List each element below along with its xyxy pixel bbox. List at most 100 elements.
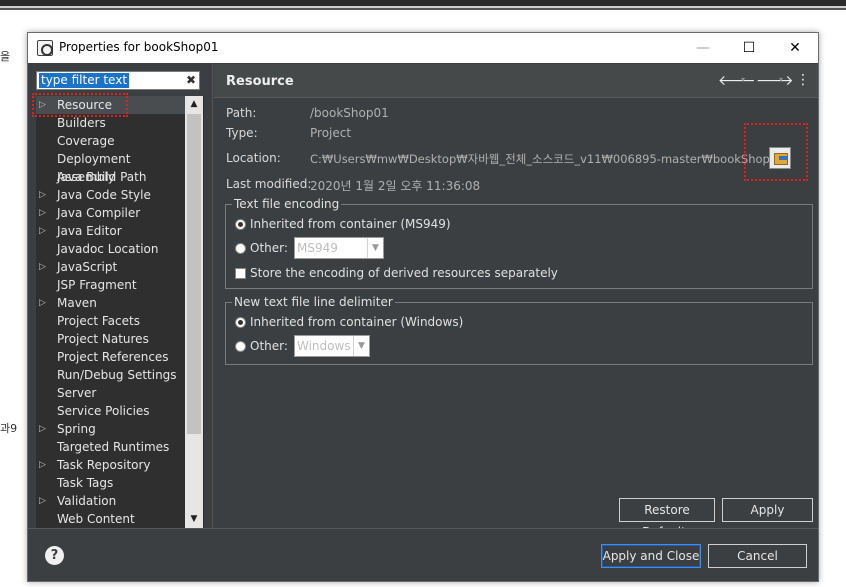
tree-item-project-natures[interactable]: Project Natures <box>36 330 186 348</box>
tree-item-project-facets[interactable]: Project Facets <box>36 312 186 330</box>
expand-arrow-icon[interactable]: ▷ <box>39 258 49 276</box>
location-value: C:₩Users₩mw₩Desktop₩자바웹_전체_소스코드_v11₩0068… <box>310 152 785 166</box>
tree-item-deployment-assembly[interactable]: Deployment Assembly <box>36 150 186 184</box>
store-encoding-label[interactable]: Store the encoding of derived resources … <box>250 266 558 280</box>
filter-input-text[interactable]: type filter text <box>39 73 130 88</box>
forward-arrow-icon[interactable]: 🡒 <box>756 72 794 89</box>
expand-arrow-icon[interactable]: ▷ <box>39 186 49 204</box>
tree-item-java-compiler[interactable]: ▷ Java Compiler <box>36 204 186 222</box>
scroll-thumb[interactable] <box>187 114 201 434</box>
help-icon[interactable]: ? <box>45 546 64 565</box>
tree-item-maven[interactable]: ▷ Maven <box>36 294 186 312</box>
apply-and-close-button[interactable]: Apply and Close <box>601 544 701 568</box>
minimize-button[interactable]: — <box>680 33 726 63</box>
expand-arrow-icon[interactable]: ▷ <box>39 420 49 438</box>
dialog-footer: ? Apply and Close Cancel <box>28 528 818 581</box>
tree-item-label: Maven <box>57 296 97 310</box>
page-header: Resource 🡐 ▾ 🡒 ▾ ⋮ <box>214 64 818 98</box>
tree-item-label: JSP Fragment <box>57 278 137 292</box>
filter-input[interactable]: type filter text ✖ <box>36 71 200 90</box>
path-label: Path: <box>226 106 257 120</box>
delimiter-inherited-radio[interactable] <box>235 317 246 328</box>
tree-item-server[interactable]: Server <box>36 384 186 402</box>
background-stripe <box>0 6 846 8</box>
tree-item-jsp-fragment[interactable]: JSP Fragment <box>36 276 186 294</box>
tree-item-label: Java Editor <box>57 224 122 238</box>
tree-item-java-editor[interactable]: ▷ Java Editor <box>36 222 186 240</box>
tree-item-label: Spring <box>57 422 96 436</box>
properties-dialog: Properties for bookShop01 — ☐ ✕ type fil… <box>27 32 819 582</box>
modified-label: Last modified: <box>226 177 312 191</box>
tree-item-coverage[interactable]: Coverage <box>36 132 186 150</box>
chevron-down-icon[interactable]: ▼ <box>367 238 383 258</box>
title-bar[interactable]: Properties for bookShop01 — ☐ ✕ <box>28 33 818 63</box>
cancel-button[interactable]: Cancel <box>708 544 807 568</box>
expand-arrow-icon[interactable]: ▷ <box>39 456 49 474</box>
encoding-inherited-label[interactable]: Inherited from container (MS949) <box>250 217 451 231</box>
tree-item-label: Java Build Path <box>57 170 147 184</box>
tree-item-java-build-path[interactable]: Java Build Path <box>36 168 186 186</box>
expand-arrow-icon[interactable]: ▷ <box>39 492 49 510</box>
tree-item-label: Project Facets <box>57 314 140 328</box>
tree-item-label: JavaScript <box>57 260 118 274</box>
back-arrow-icon[interactable]: 🡐 <box>718 72 756 89</box>
tree-scrollbar[interactable]: ▲ ▼ <box>185 96 203 528</box>
tree-item-project-references[interactable]: Project References <box>36 348 186 366</box>
page-title: Resource <box>226 74 294 89</box>
delimiter-select-value: Windows <box>297 339 351 353</box>
background-text: 과9 <box>0 422 18 435</box>
tree-item-label: Run/Debug Settings <box>57 368 177 382</box>
delimiter-other-label[interactable]: Other: <box>250 339 288 353</box>
view-menu-icon[interactable]: ⋮ <box>796 72 810 88</box>
restore-defaults-button[interactable]: Restore Defaults <box>619 498 715 539</box>
scroll-down-icon[interactable]: ▼ <box>185 511 203 528</box>
type-label: Type: <box>226 126 258 140</box>
store-encoding-checkbox[interactable] <box>235 268 246 279</box>
tree-item-web-content-settings[interactable]: Web Content Settings <box>36 510 186 528</box>
tree-item-label: Java Compiler <box>57 206 141 220</box>
expand-arrow-icon[interactable]: ▷ <box>39 294 49 312</box>
encoding-select-value: MS949 <box>297 241 338 255</box>
encoding-inherited-radio[interactable] <box>235 219 246 230</box>
tree-item-run-debug-settings[interactable]: Run/Debug Settings <box>36 366 186 384</box>
background-toolbar <box>0 0 846 10</box>
apply-button[interactable]: Apply <box>722 498 813 522</box>
clear-icon[interactable]: ✖ <box>186 73 196 87</box>
tree-item-validation[interactable]: ▷ Validation <box>36 492 186 510</box>
delimiter-select[interactable]: Windows ▼ <box>294 335 370 357</box>
tree-item-service-policies[interactable]: Service Policies <box>36 402 186 420</box>
property-tree[interactable]: ▷ Resource Builders Coverage Deployment Asse… <box>36 96 204 528</box>
tree-item-java-code-style[interactable]: ▷ Java Code Style <box>36 186 186 204</box>
chevron-down-icon[interactable]: ▾ <box>779 75 783 84</box>
tree-item-javadoc-location[interactable]: Javadoc Location <box>36 240 186 258</box>
delimiter-other-radio[interactable] <box>235 341 246 352</box>
scroll-up-icon[interactable]: ▲ <box>185 96 203 113</box>
tree-item-label: Task Tags <box>57 476 114 490</box>
encoding-other-label[interactable]: Other: <box>250 241 288 255</box>
delimiter-inherited-label[interactable]: Inherited from container (Windows) <box>250 315 463 329</box>
chevron-down-icon[interactable]: ▼ <box>353 336 369 356</box>
background-text: 을 <box>0 50 11 63</box>
tree-item-label: Service Policies <box>57 404 150 418</box>
expand-arrow-icon[interactable]: ▷ <box>39 204 49 222</box>
maximize-button[interactable]: ☐ <box>726 33 772 63</box>
tree-item-spring[interactable]: ▷ Spring <box>36 420 186 438</box>
modified-value: 2020년 1월 2일 오후 11:36:08 <box>310 179 481 193</box>
encoding-select[interactable]: MS949 ▼ <box>294 237 384 259</box>
tree-item-label: Project References <box>57 350 169 364</box>
tree-item-javascript[interactable]: ▷ JavaScript <box>36 258 186 276</box>
encoding-other-radio[interactable] <box>235 243 246 254</box>
tree-item-targeted-runtimes[interactable]: Targeted Runtimes <box>36 438 186 456</box>
expand-arrow-icon[interactable]: ▷ <box>39 222 49 240</box>
tree-item-task-repository[interactable]: ▷ Task Repository <box>36 456 186 474</box>
tree-item-label: Javadoc Location <box>57 242 159 256</box>
tree-item-label: Java Code Style <box>57 188 151 202</box>
tree-item-task-tags[interactable]: Task Tags <box>36 474 186 492</box>
pane-divider[interactable] <box>212 63 213 528</box>
chevron-down-icon[interactable]: ▾ <box>741 75 745 84</box>
close-button[interactable]: ✕ <box>772 33 818 63</box>
path-value: /bookShop01 <box>310 106 389 120</box>
tree-item-label: Task Repository <box>57 458 151 472</box>
group-title: Text file encoding <box>232 197 342 211</box>
annotation-highlight <box>32 93 128 117</box>
